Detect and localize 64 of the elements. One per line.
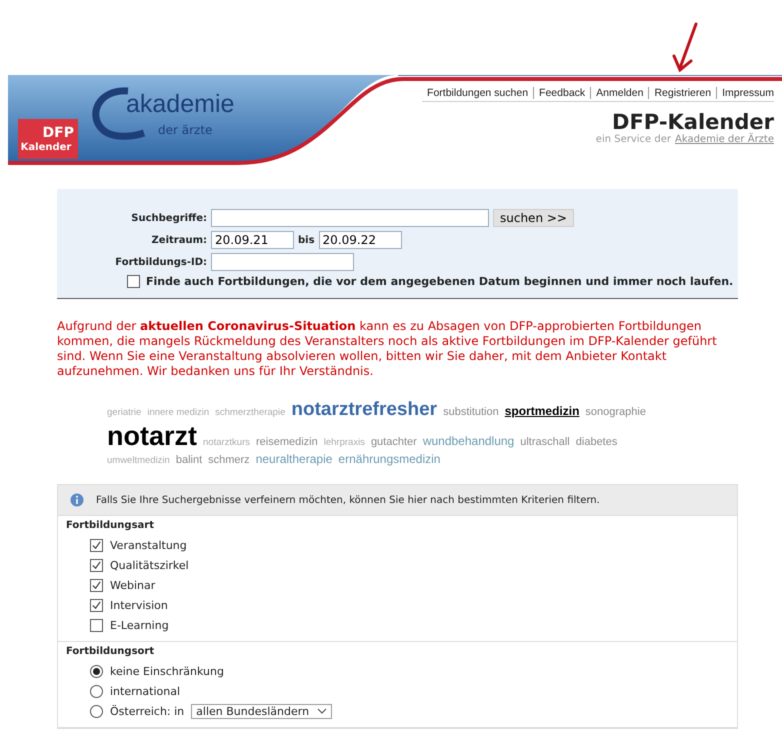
checkbox[interactable]: [127, 275, 140, 288]
checkbox[interactable]: [90, 538, 103, 552]
tag-link[interactable]: lehrpraxis: [324, 437, 365, 448]
info-icon: [70, 493, 84, 507]
option-label: Veranstaltung: [110, 538, 187, 552]
option-label: Qualitätszirkel: [110, 558, 189, 572]
to-label: bis: [298, 234, 315, 246]
id-label: Fortbildungs-ID:: [114, 256, 207, 268]
period-label: Zeitraum:: [150, 234, 207, 246]
tag-link[interactable]: schmerz: [208, 454, 250, 466]
nav-link[interactable]: Feedback: [533, 87, 590, 99]
option-label: keine Einschränkung: [110, 664, 224, 678]
option-label: international: [110, 684, 180, 698]
tag-link[interactable]: sonographie: [585, 406, 646, 418]
id-field[interactable]: [211, 253, 354, 271]
section-title: Fortbildungsort: [66, 646, 156, 657]
tag-link[interactable]: geriatrie: [107, 407, 142, 418]
tag-link[interactable]: notarztkurs: [203, 437, 250, 448]
tag-link[interactable]: notarztrefresher: [291, 399, 438, 421]
tag-link[interactable]: schmerztherapie: [215, 407, 286, 418]
search-button[interactable]: suchen >>: [493, 209, 574, 227]
checkbox[interactable]: [90, 558, 103, 572]
tag-link[interactable]: ultraschall: [520, 436, 570, 448]
date-from-field[interactable]: 20.09.21: [211, 231, 294, 249]
logo[interactable]: akademie der ärzte: [88, 85, 263, 145]
info-text: Falls Sie Ihre Suchergebnisse verfeinern möchten, können Sie hier nach bestimmten Kriterien filtern.: [96, 494, 600, 506]
tag-link[interactable]: sportmedizin: [504, 404, 580, 418]
tag-link[interactable]: neuraltherapie: [256, 452, 332, 466]
subtitle-text: ein Service der: [596, 134, 671, 145]
nav-link[interactable]: Impressum: [716, 87, 774, 99]
date-to-field[interactable]: 20.09.22: [318, 231, 402, 249]
option-label: Österreich: in: [110, 704, 184, 718]
section-title: Fortbildungsart: [66, 520, 155, 531]
tag-link[interactable]: umweltmedizin: [107, 455, 170, 466]
option-label: E-Learning: [110, 618, 169, 632]
keywords-field[interactable]: [211, 209, 489, 227]
tag-link[interactable]: notarzt: [107, 421, 197, 452]
corona-notice: Aufgrund der aktuellen Coronavirus-Situation kann es zu Absagen von DFP-approbierten Fortbildungen kommen, die mangels Rückmeldung des Veranstalters noch als aktive Fortbildungen im DFP-Kalender geführt sind. Wenn Sie eine Veranstaltung absolvieren wollen, bitten wir Sie daher, mit dem Anbieter Kontakt aufzunehmen. Wir bedanken uns für Ihr Verständnis.: [57, 319, 718, 379]
checkbox[interactable]: [90, 618, 103, 632]
checkbox[interactable]: [90, 578, 103, 592]
tag-link[interactable]: reisemedizin: [256, 436, 318, 448]
tag-link[interactable]: diabetes: [576, 436, 618, 448]
tag-link[interactable]: substitution: [443, 406, 499, 418]
tag-link[interactable]: wundbehandlung: [422, 434, 514, 448]
checkbox[interactable]: [90, 598, 103, 612]
tag-link[interactable]: ernährungsmedizin: [338, 452, 440, 466]
radio-button[interactable]: [90, 684, 103, 698]
dfp-badge: DFP Kalender: [18, 119, 78, 159]
nav-link[interactable]: Fortbildungen suchen: [422, 87, 534, 99]
running-label: Finde auch Fortbildungen, die vor dem angegebenen Datum beginnen und immer noch laufen.: [146, 275, 734, 288]
option-label: Intervision: [110, 598, 168, 612]
keywords-label: Suchbegriffe:: [130, 212, 207, 224]
tag-link[interactable]: gutachter: [370, 436, 417, 448]
radio-button[interactable]: [90, 704, 103, 718]
option-label: Webinar: [110, 578, 156, 592]
tag-link[interactable]: balint: [176, 454, 202, 466]
caret-icon: [317, 708, 328, 714]
nav-link[interactable]: Anmelden: [590, 87, 648, 99]
tag-link[interactable]: innere medizin: [147, 407, 210, 418]
radio-button[interactable]: [90, 664, 103, 678]
nav-link[interactable]: Registrieren: [648, 87, 716, 99]
akademie-link[interactable]: Akademie der Ärzte: [675, 134, 774, 145]
page-title: DFP-Kalender: [612, 110, 774, 134]
region-dropdown[interactable]: allen Bundesländern: [191, 704, 332, 718]
